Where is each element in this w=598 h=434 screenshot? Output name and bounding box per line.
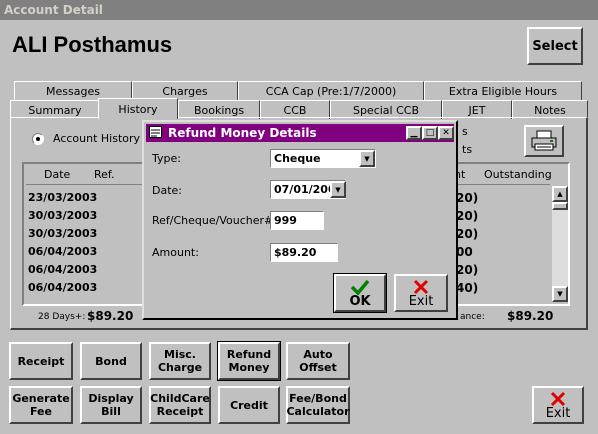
column-outstanding: Outstanding [484, 168, 552, 181]
print-button[interactable] [524, 125, 564, 157]
history-row-date[interactable]: 06/04/2003 [28, 263, 97, 276]
close-icon[interactable]: ✕ [438, 126, 454, 140]
tab-cca-cap[interactable]: CCA Cap (Pre:1/7/2000) [238, 81, 424, 100]
window-title: Account Detail [0, 0, 598, 20]
amount-field[interactable]: $89.20 [270, 243, 338, 262]
fee-bond-calculator-button[interactable]: Fee/Bond Calculator [286, 386, 350, 424]
exit-button[interactable]: Exit [532, 386, 584, 424]
receipt-button[interactable]: Receipt [9, 342, 73, 380]
history-row-date[interactable]: 30/03/2003 [28, 227, 97, 240]
childcare-receipt-button[interactable]: ChildCare Receipt [149, 386, 211, 424]
history-row-date[interactable]: 06/04/2003 [28, 245, 97, 258]
type-dropdown-icon[interactable]: ▼ [359, 150, 375, 167]
credit-button[interactable]: Credit [218, 386, 280, 424]
ref-field[interactable]: 999 [270, 211, 324, 230]
type-label: Type: [152, 152, 181, 165]
days-value: $89.20 [87, 309, 134, 323]
scroll-up-arrow-icon[interactable]: ▲ [552, 186, 568, 202]
misc-charge-button[interactable]: Misc. Charge [149, 342, 211, 380]
history-scrollbar[interactable]: ▲ ▼ [552, 186, 568, 302]
auto-offset-button[interactable]: Auto Offset [286, 342, 350, 380]
amount-label: Amount: [152, 246, 199, 259]
account-history-label: Account History [53, 132, 141, 145]
checkmark-icon [350, 279, 370, 295]
balance-value: $89.20 [507, 309, 554, 323]
generate-fee-button[interactable]: Generate Fee [9, 386, 73, 424]
display-bill-button[interactable]: Display Bill [80, 386, 142, 424]
tab-extra-eligible-hours[interactable]: Extra Eligible Hours [424, 81, 582, 100]
refund-money-dialog: Refund Money Details ▁ □ ✕ Type: Cheque … [142, 120, 458, 320]
date-dropdown-icon[interactable]: ▼ [330, 181, 346, 198]
column-ref: Ref. [94, 168, 115, 181]
balance-label: ance: [460, 312, 485, 322]
tab-history[interactable]: History [98, 98, 178, 119]
form-icon [149, 126, 162, 138]
type-value: Cheque [274, 152, 321, 165]
minimize-icon[interactable]: ▁ [406, 126, 422, 140]
select-button[interactable]: Select [527, 27, 583, 65]
scroll-thumb[interactable] [552, 202, 568, 210]
history-row-amount: 20) [456, 227, 479, 241]
customer-name: ALI Posthamus [12, 32, 173, 57]
history-row-date[interactable]: 06/04/2003 [28, 281, 97, 294]
dialog-title: Refund Money Details [168, 126, 317, 140]
ok-button[interactable]: OK [333, 273, 387, 313]
refund-money-button[interactable]: Refund Money [217, 341, 281, 381]
history-row-date[interactable]: 30/03/2003 [28, 209, 97, 222]
x-icon [413, 279, 429, 294]
scroll-down-arrow-icon[interactable]: ▼ [552, 286, 568, 302]
history-row-amount: 20) [456, 263, 479, 277]
history-row-amount: 00 [456, 245, 473, 259]
history-row-amount: 40) [456, 281, 479, 295]
right-text-1: s [462, 125, 468, 138]
x-icon [550, 391, 566, 406]
history-row-amount: 20) [456, 191, 479, 205]
history-row-date[interactable]: 23/03/2003 [28, 191, 97, 204]
maximize-icon[interactable]: □ [422, 126, 438, 140]
dialog-exit-button[interactable]: Exit [394, 274, 448, 312]
date-label: Date: [152, 184, 182, 197]
days-label: 28 Days+: [38, 312, 86, 322]
ref-label: Ref/Cheque/Voucher#: [152, 214, 277, 227]
column-date: Date [44, 168, 71, 181]
printer-icon [531, 130, 557, 151]
bond-button[interactable]: Bond [80, 342, 142, 380]
account-history-radio[interactable] [32, 133, 44, 145]
history-row-amount: 20) [456, 209, 479, 223]
right-text-2: ts [462, 143, 473, 156]
